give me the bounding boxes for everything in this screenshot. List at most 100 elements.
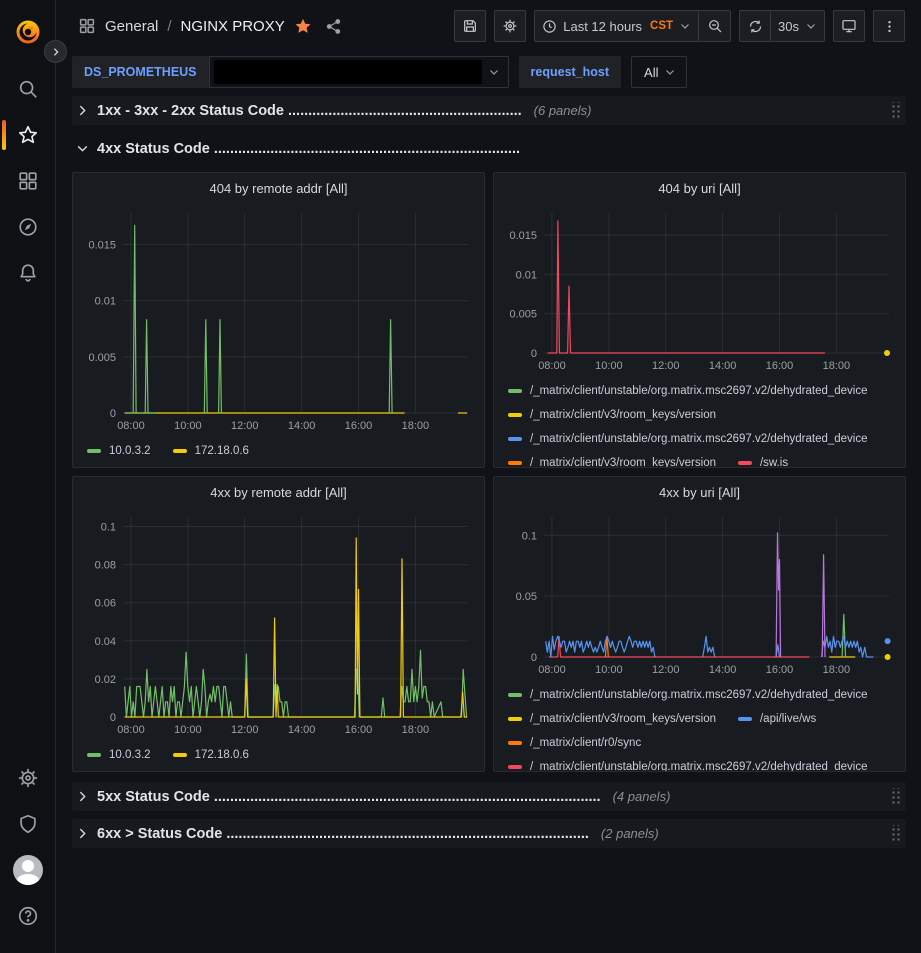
sidebar xyxy=(0,0,56,953)
refresh-button[interactable] xyxy=(739,10,771,42)
main-area: General / NGINX PROXY xyxy=(56,0,921,953)
svg-text:18:00: 18:00 xyxy=(402,724,430,736)
legend-label: 10.0.3.2 xyxy=(109,743,151,767)
share-icon[interactable] xyxy=(325,18,342,35)
panel-404-by-remote-addr: 404 by remote addr [All] 08:0010:0012:00… xyxy=(72,172,485,468)
legend-label: /_matrix/client/v3/room_keys/version xyxy=(530,451,716,467)
breadcrumb-folder[interactable]: General xyxy=(105,18,158,35)
legend-row: /_matrix/client/unstable/org.matrix.msc2… xyxy=(508,755,897,771)
legend-label: /_matrix/client/unstable/org.matrix.msc2… xyxy=(530,755,868,771)
legend-item[interactable]: /_matrix/client/unstable/org.matrix.msc2… xyxy=(508,379,868,403)
legend-item[interactable]: /_matrix/client/unstable/org.matrix.msc2… xyxy=(508,755,868,771)
row-drag-handle[interactable] xyxy=(890,102,900,120)
refresh-interval-picker[interactable]: 30s xyxy=(771,10,825,42)
legend-row: /_matrix/client/unstable/org.matrix.msc2… xyxy=(508,379,897,403)
zoom-out-time-button[interactable] xyxy=(699,10,731,42)
legend-swatch xyxy=(508,741,522,745)
svg-text:08:00: 08:00 xyxy=(117,724,145,736)
svg-text:0.05: 0.05 xyxy=(516,591,537,603)
shield-icon xyxy=(17,813,39,835)
row-drag-handle[interactable] xyxy=(890,825,900,843)
row-4xx[interactable]: 4xx Status Code ........................… xyxy=(72,134,906,163)
sidebar-item-starred[interactable] xyxy=(0,112,56,158)
sidebar-item-explore[interactable] xyxy=(0,204,56,250)
sidebar-item-search[interactable] xyxy=(0,66,56,112)
panel-title[interactable]: 4xx by uri [All] xyxy=(502,477,897,507)
legend-item[interactable]: /_matrix/client/v3/room_keys/version xyxy=(508,403,716,427)
timeseries-chart[interactable]: 08:0010:0012:0014:0016:0018:0000.0050.01… xyxy=(502,203,897,375)
row-1xx-3xx-2xx[interactable]: 1xx - 3xx - 2xx Status Code ............… xyxy=(72,96,906,125)
sidebar-item-help[interactable] xyxy=(0,893,56,939)
svg-text:14:00: 14:00 xyxy=(288,724,316,736)
variable-value-ds-prometheus[interactable] xyxy=(209,56,509,88)
variable-label-ds-prometheus[interactable]: DS_PROMETHEUS xyxy=(72,56,209,88)
breadcrumb-dashboard-title[interactable]: NGINX PROXY xyxy=(181,18,285,35)
legend-label: /_matrix/client/v3/room_keys/version xyxy=(530,707,716,731)
row-panel-count: (6 panels) xyxy=(534,103,592,118)
svg-text:18:00: 18:00 xyxy=(402,420,430,432)
gear-icon xyxy=(17,767,39,789)
svg-text:14:00: 14:00 xyxy=(288,420,316,432)
svg-text:08:00: 08:00 xyxy=(117,420,145,432)
kebab-menu-button[interactable] xyxy=(873,10,905,42)
legend-item[interactable]: /sw.is xyxy=(738,451,788,467)
chevron-right-icon xyxy=(76,827,89,840)
legend-item[interactable]: 10.0.3.2 xyxy=(87,743,151,767)
legend-item[interactable]: /_matrix/client/unstable/org.matrix.msc2… xyxy=(508,427,868,451)
variable-label-request-host[interactable]: request_host xyxy=(519,56,622,88)
legend-label: /sw.is xyxy=(760,451,788,467)
timeseries-chart[interactable]: 08:0010:0012:0014:0016:0018:0000.020.040… xyxy=(81,507,476,739)
sidebar-item-configuration[interactable] xyxy=(0,755,56,801)
dashboard-settings-button[interactable] xyxy=(494,10,526,42)
panel-title[interactable]: 404 by remote addr [All] xyxy=(81,173,476,203)
legend-row: 10.0.3.2 172.18.0.6 xyxy=(87,743,476,767)
legend-item[interactable]: /_matrix/client/v3/room_keys/version xyxy=(508,707,716,731)
legend-item[interactable]: 10.0.3.2 xyxy=(87,439,151,463)
zoom-out-icon xyxy=(707,18,723,34)
panel-title[interactable]: 404 by uri [All] xyxy=(502,173,897,203)
tv-mode-button[interactable] xyxy=(833,10,865,42)
favorite-star-icon[interactable] xyxy=(294,17,312,35)
legend-item[interactable]: /_matrix/client/r0/sync xyxy=(508,731,641,755)
request-host-selected: All xyxy=(644,65,658,80)
row-drag-handle[interactable] xyxy=(890,788,900,806)
svg-text:10:00: 10:00 xyxy=(174,420,202,432)
legend-item[interactable]: /_matrix/client/v3/room_keys/version xyxy=(508,451,716,467)
save-dashboard-button[interactable] xyxy=(454,10,486,42)
chevron-down-icon xyxy=(679,20,691,32)
svg-text:0.005: 0.005 xyxy=(88,352,116,364)
refresh-interval-label: 30s xyxy=(778,19,799,34)
legend-item[interactable]: /api/live/ws xyxy=(738,707,816,731)
variable-request-host: request_host All xyxy=(519,56,688,88)
legend-item[interactable]: 172.18.0.6 xyxy=(173,439,249,463)
panel-title[interactable]: 4xx by remote addr [All] xyxy=(81,477,476,507)
svg-text:08:00: 08:00 xyxy=(538,664,566,676)
sidebar-item-server-admin[interactable] xyxy=(0,801,56,847)
row-6xx[interactable]: 6xx > Status Code ......................… xyxy=(72,819,906,848)
row-5xx[interactable]: 5xx Status Code ........................… xyxy=(72,782,906,811)
legend-item[interactable]: /_matrix/client/unstable/org.matrix.msc2… xyxy=(508,683,868,707)
svg-text:0.04: 0.04 xyxy=(95,636,116,648)
variable-value-request-host[interactable]: All xyxy=(631,56,687,88)
time-range-picker[interactable]: Last 12 hours CST xyxy=(534,10,699,42)
svg-text:0.1: 0.1 xyxy=(101,522,116,534)
svg-text:12:00: 12:00 xyxy=(652,360,680,372)
legend-label: /_matrix/client/unstable/org.matrix.msc2… xyxy=(530,683,868,707)
timeseries-chart[interactable]: 08:0010:0012:0014:0016:0018:0000.0050.01… xyxy=(81,203,476,435)
panel-4xx-by-uri: 4xx by uri [All] 08:0010:0012:0014:0016:… xyxy=(493,476,906,772)
apps-icon xyxy=(78,17,96,35)
sidebar-item-dashboards[interactable] xyxy=(0,158,56,204)
help-icon xyxy=(17,905,39,927)
sidebar-expand-button[interactable] xyxy=(44,40,67,63)
svg-text:0: 0 xyxy=(531,348,537,360)
svg-text:14:00: 14:00 xyxy=(709,360,737,372)
sidebar-item-profile[interactable] xyxy=(0,847,56,893)
timeseries-chart[interactable]: 08:0010:0012:0014:0016:0018:0000.050.1 xyxy=(502,507,897,679)
svg-text:10:00: 10:00 xyxy=(595,664,623,676)
svg-text:0.015: 0.015 xyxy=(88,239,116,251)
sidebar-item-alerting[interactable] xyxy=(0,250,56,296)
legend-label: 172.18.0.6 xyxy=(195,439,249,463)
legend-row: /_matrix/client/unstable/org.matrix.msc2… xyxy=(508,683,897,707)
legend-item[interactable]: 172.18.0.6 xyxy=(173,743,249,767)
chart-legend: 10.0.3.2 172.18.0.6 xyxy=(81,435,476,467)
